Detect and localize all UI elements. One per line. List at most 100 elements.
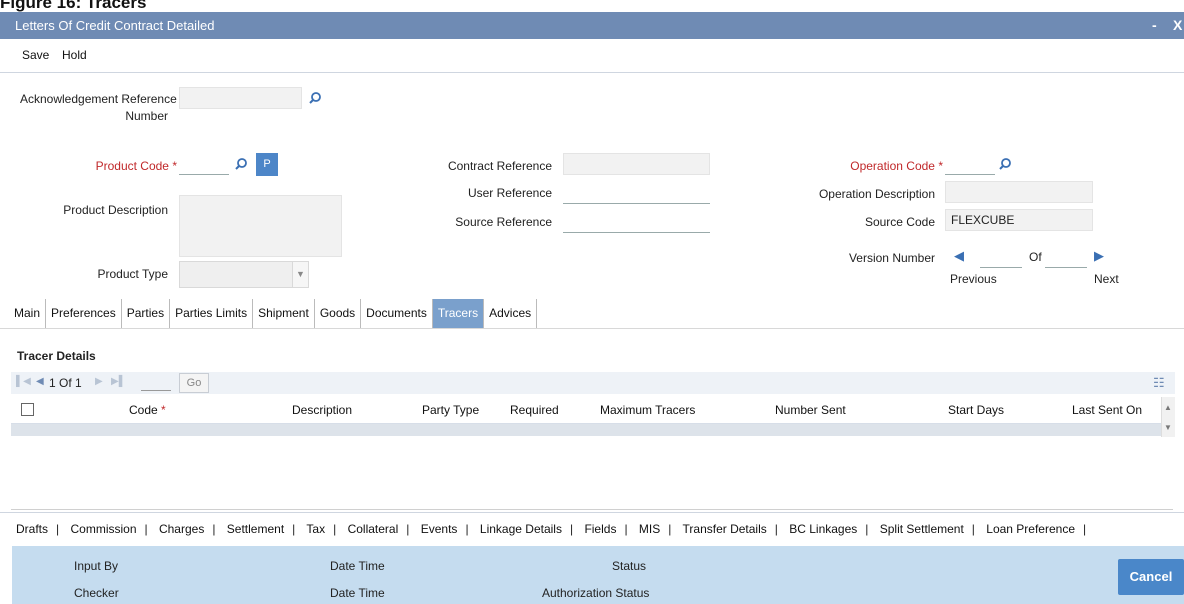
chevron-down-icon[interactable]: ▼	[292, 262, 308, 287]
column-header-number-sent[interactable]: Number Sent	[775, 403, 846, 417]
window-titlebar: Letters Of Credit Contract Detailed - X	[0, 12, 1184, 39]
of-label: Of	[1029, 250, 1042, 264]
column-header-last-sent-on[interactable]: Last Sent On	[1072, 403, 1142, 417]
product-description-field[interactable]	[179, 195, 342, 257]
link-split-settlement[interactable]: Split Settlement	[880, 522, 964, 536]
contract-reference-field[interactable]	[563, 153, 710, 175]
menu-bar: Save Hold	[0, 39, 1184, 73]
product-code-label: Product Code *	[95, 159, 177, 173]
page-number-input[interactable]	[141, 390, 171, 391]
link-linkage-details[interactable]: Linkage Details	[480, 522, 562, 536]
previous-button[interactable]: Previous	[950, 272, 997, 286]
tab-main[interactable]: Main	[10, 299, 47, 328]
tab-shipment[interactable]: Shipment	[253, 299, 315, 328]
search-icon[interactable]	[308, 91, 322, 105]
link-transfer-details[interactable]: Transfer Details	[683, 522, 767, 536]
tab-documents[interactable]: Documents	[361, 299, 433, 328]
user-reference-label: User Reference	[467, 186, 552, 200]
date-time-label-2: Date Time	[330, 586, 385, 600]
product-type-select[interactable]: ▼	[179, 261, 309, 288]
tracer-details-title: Tracer Details	[17, 349, 96, 363]
source-reference-label: Source Reference	[455, 215, 552, 229]
version-total-input[interactable]	[1045, 246, 1087, 268]
pagination-bar: ▌◀ ◀ 1 Of 1 ▶ ▶▌ Go ☷	[11, 372, 1175, 394]
input-by-label: Input By	[74, 559, 119, 573]
search-icon[interactable]	[998, 157, 1012, 171]
link-collateral[interactable]: Collateral	[348, 522, 399, 536]
version-number-input[interactable]	[980, 246, 1022, 268]
first-page-icon[interactable]: ▌◀	[16, 376, 31, 387]
link-commission[interactable]: Commission	[70, 522, 136, 536]
operation-description-label: Operation Description	[818, 187, 935, 201]
link-events[interactable]: Events	[421, 522, 458, 536]
tabs-divider	[0, 328, 1184, 329]
column-header-maximum-tracers[interactable]: Maximum Tracers	[600, 403, 695, 417]
tab-advices[interactable]: Advices	[484, 299, 538, 328]
checker-label: Checker	[74, 586, 119, 600]
last-page-icon[interactable]: ▶▌	[111, 376, 126, 387]
column-header-start-days[interactable]: Start Days	[948, 403, 1004, 417]
source-reference-input[interactable]	[563, 211, 710, 233]
link-settlement[interactable]: Settlement	[227, 522, 284, 536]
ack-ref-label-line1: Acknowledgement Reference	[20, 92, 177, 106]
search-icon[interactable]	[234, 157, 248, 171]
window-title: Letters Of Credit Contract Detailed	[15, 18, 215, 33]
operation-code-label: Operation Code *	[850, 159, 943, 173]
authorization-status-label: Authorization Status	[542, 586, 650, 600]
column-settings-icon[interactable]: ☷	[1153, 375, 1165, 391]
status-label: Status	[612, 559, 647, 573]
link-tax[interactable]: Tax	[306, 522, 325, 536]
select-all-checkbox[interactable]	[21, 403, 34, 416]
product-code-input[interactable]	[179, 153, 229, 175]
go-button[interactable]: Go	[179, 373, 209, 393]
tab-bar: Main Preferences Parties Parties Limits …	[10, 299, 538, 328]
contract-reference-label: Contract Reference	[447, 159, 552, 173]
prev-page-icon[interactable]: ◀	[36, 376, 44, 387]
source-code-field[interactable]: FLEXCUBE	[945, 209, 1093, 231]
product-description-label: Product Description	[63, 203, 168, 217]
subsystem-links-bar: Drafts | Commission | Charges | Settlement |…	[0, 512, 1184, 544]
source-code-label: Source Code	[864, 215, 935, 229]
page-indicator: 1 Of 1	[49, 376, 82, 390]
tab-tracers[interactable]: Tracers	[432, 299, 485, 328]
cancel-button[interactable]: Cancel	[1118, 559, 1184, 595]
next-button[interactable]: Next	[1094, 272, 1119, 286]
close-button[interactable]: X	[1173, 12, 1182, 39]
link-charges[interactable]: Charges	[159, 522, 204, 536]
product-type-label: Product Type	[97, 267, 169, 281]
minimize-button[interactable]: -	[1152, 12, 1157, 39]
tracer-grid-body	[11, 436, 1173, 510]
tab-preferences[interactable]: Preferences	[46, 299, 122, 328]
tracer-grid-header: Code * Description Party Type Required M…	[11, 397, 1161, 424]
operation-description-field[interactable]	[945, 181, 1093, 203]
tab-parties[interactable]: Parties	[122, 299, 171, 328]
link-fields[interactable]: Fields	[584, 522, 616, 536]
grid-scrollbar[interactable]: ▲ ▼	[1161, 397, 1175, 437]
version-number-label: Version Number	[848, 251, 935, 265]
hold-menu-item[interactable]: Hold	[62, 48, 87, 62]
product-pick-button[interactable]: P	[256, 153, 278, 176]
table-row[interactable]	[11, 424, 1161, 436]
save-menu-item[interactable]: Save	[22, 48, 49, 62]
column-header-party-type[interactable]: Party Type	[422, 403, 479, 417]
operation-code-input[interactable]	[945, 153, 995, 175]
scroll-down-icon[interactable]: ▼	[1164, 423, 1172, 432]
tab-goods[interactable]: Goods	[315, 299, 362, 328]
link-bc-linkages[interactable]: BC Linkages	[789, 522, 857, 536]
link-drafts[interactable]: Drafts	[16, 522, 48, 536]
column-header-description[interactable]: Description	[292, 403, 352, 417]
column-header-code[interactable]: Code *	[129, 403, 166, 417]
scroll-up-icon[interactable]: ▲	[1164, 403, 1172, 412]
link-mis[interactable]: MIS	[639, 522, 660, 536]
ack-ref-input[interactable]	[179, 87, 302, 109]
tab-parties-limits[interactable]: Parties Limits	[170, 299, 254, 328]
ack-ref-label-line2: Number	[125, 109, 168, 123]
date-time-label: Date Time	[330, 559, 385, 573]
user-reference-input[interactable]	[563, 182, 710, 204]
column-header-required[interactable]: Required	[510, 403, 559, 417]
next-arrow-icon[interactable]: ▶	[1094, 248, 1104, 264]
audit-footer: Input By Checker Date Time Date Time Sta…	[12, 546, 1184, 604]
link-loan-preference[interactable]: Loan Preference	[986, 522, 1075, 536]
previous-arrow-icon[interactable]: ◀	[954, 248, 964, 264]
next-page-icon[interactable]: ▶	[95, 376, 103, 387]
